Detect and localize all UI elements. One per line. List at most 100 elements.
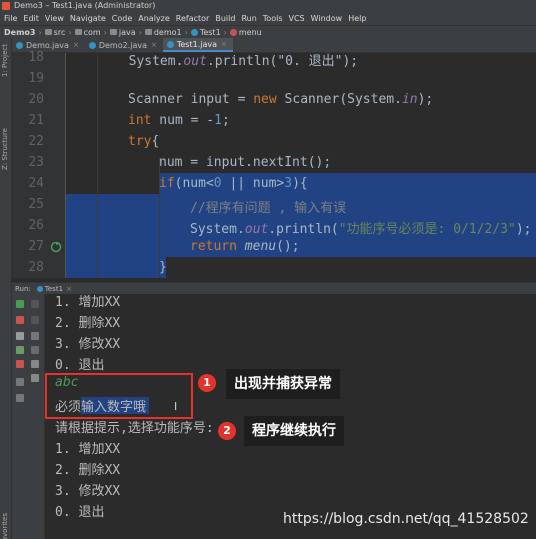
code-line-27: return menu();	[190, 239, 300, 254]
console-line: 2. 删除XX	[55, 463, 121, 478]
menu-vcs[interactable]: VCS	[289, 14, 305, 23]
menu-view[interactable]: View	[45, 14, 64, 23]
annotation-callout-1: 出现并捕获异常	[226, 369, 340, 399]
console-line: 1. 增加XX	[55, 295, 121, 310]
code-editor[interactable]: System.out.println("0. 退出"); Scanner inp…	[66, 53, 536, 278]
line-number: 19	[28, 71, 44, 86]
breadcrumb-package[interactable]: demo1	[154, 28, 182, 37]
breadcrumb: Demo3 › src › com › java › demo1 › Test1 › men…	[0, 25, 536, 38]
rerun-icon[interactable]	[16, 300, 24, 308]
close-icon[interactable]: ×	[73, 41, 79, 49]
annotation-badge-2: 2	[218, 422, 236, 440]
breadcrumb-com[interactable]: com	[84, 28, 101, 37]
menu-run[interactable]: Run	[241, 14, 256, 23]
breadcrumb-project[interactable]: Demo3	[4, 28, 35, 37]
menu-window[interactable]: Window	[311, 14, 343, 23]
tab-label: Demo2.java	[98, 40, 147, 50]
tab-label: Demo.java	[26, 40, 69, 50]
up-arrow-icon[interactable]	[31, 300, 39, 308]
code-line-22: try{	[128, 134, 160, 149]
line-number: 26	[28, 218, 44, 233]
breadcrumb-java[interactable]: java	[119, 28, 136, 37]
structure-tool-window-button[interactable]: Z: Structure	[1, 128, 9, 170]
console-line: 3. 修改XX	[55, 484, 121, 499]
line-number: 22	[28, 134, 44, 149]
window-title: Demo3 – Test1.java (Administrator)	[14, 1, 156, 10]
breadcrumb-method[interactable]: menu	[239, 28, 262, 37]
code-line-26: System.out.println("功能序号必须是: 0/1/2/3");	[190, 222, 532, 237]
line-number: 28	[28, 260, 44, 275]
console-line: 3. 修改XX	[55, 337, 121, 352]
settings-icon[interactable]	[16, 378, 24, 386]
camera-icon[interactable]	[16, 332, 24, 340]
text-cursor-icon: I	[174, 400, 178, 413]
menu-tools[interactable]: Tools	[263, 14, 283, 23]
line-number: 23	[28, 155, 44, 170]
breadcrumb-class[interactable]: Test1	[200, 28, 221, 37]
menu-help[interactable]: Help	[348, 14, 366, 23]
tab-demo2-java[interactable]: Demo2.java ×	[85, 38, 163, 52]
tab-test1-java[interactable]: Test1.java ×	[162, 38, 233, 52]
close-icon[interactable]: ×	[151, 41, 157, 49]
line-number: 27	[28, 239, 44, 254]
code-line-28: }	[159, 260, 167, 275]
code-line-23: num = input.nextInt();	[159, 155, 332, 170]
restore-layout-icon[interactable]	[16, 346, 24, 354]
menu-edit[interactable]: Edit	[23, 14, 39, 23]
soft-wrap-icon[interactable]	[31, 332, 39, 340]
editor-tab-bar: Demo.java × Demo2.java × Test1.java ×	[12, 38, 536, 53]
watermark: https://blog.csdn.net/qq_41528502	[283, 511, 529, 527]
menu-build[interactable]: Build	[215, 14, 235, 23]
close-icon[interactable]: ×	[66, 285, 72, 293]
folder-icon	[44, 29, 52, 35]
java-class-icon	[16, 41, 23, 49]
java-class-icon	[166, 40, 174, 48]
code-line-21: int num = -1;	[128, 113, 230, 128]
project-tool-window-button[interactable]: 1: Project	[1, 44, 9, 77]
annotation-highlight-box	[45, 373, 193, 419]
stop-icon[interactable]	[16, 316, 24, 324]
menu-code[interactable]: Code	[112, 14, 132, 23]
console-line: 请根据提示,选择功能序号:	[55, 421, 214, 436]
menu-analyze[interactable]: Analyze	[138, 14, 170, 23]
print-icon[interactable]	[31, 360, 39, 368]
run-toolbar	[12, 294, 45, 539]
window-title-bar: Demo3 – Test1.java (Administrator)	[0, 0, 536, 12]
menu-bar: File Edit View Navigate Code Analyze Ref…	[0, 12, 536, 25]
folder-icon	[144, 29, 152, 35]
class-icon	[190, 28, 198, 36]
menu-refactor[interactable]: Refactor	[176, 14, 210, 23]
method-icon	[229, 28, 237, 36]
tab-label: Test1.java	[176, 39, 218, 49]
exit-icon[interactable]	[16, 360, 24, 368]
menu-file[interactable]: File	[4, 14, 17, 23]
console-line: 0. 退出	[55, 505, 105, 520]
line-number: 25	[28, 197, 44, 212]
annotation-badge-1: 1	[198, 374, 216, 392]
console-line: 1. 增加XX	[55, 442, 121, 457]
indent-guide	[97, 53, 98, 278]
down-arrow-icon[interactable]	[31, 316, 39, 324]
line-number: 18	[28, 50, 44, 65]
run-tab-test1[interactable]: Test1	[45, 285, 63, 293]
java-class-icon	[36, 285, 43, 292]
line-number: 24	[28, 176, 44, 191]
code-line-20: Scanner input = new Scanner(System.in);	[128, 92, 434, 107]
code-line-25: //程序有问题 , 输入有误	[190, 201, 347, 216]
breadcrumb-src[interactable]: src	[54, 28, 66, 37]
code-line-18: System.out.println("0. 退出");	[128, 54, 359, 69]
recursive-call-icon[interactable]	[50, 241, 62, 253]
favorites-tool-window-button[interactable]: 2: Favorites	[1, 513, 9, 539]
console-line: 2. 删除XX	[55, 316, 121, 331]
selection-highlight	[66, 257, 166, 278]
annotation-callout-2: 程序继续执行	[244, 416, 344, 446]
pin-icon[interactable]	[16, 394, 24, 402]
folder-icon	[109, 29, 117, 35]
scroll-to-end-icon[interactable]	[31, 346, 39, 354]
line-number: 20	[28, 92, 44, 107]
delete-icon[interactable]	[31, 374, 39, 382]
code-line-24: if(num<0 || num>3){	[159, 176, 308, 191]
close-icon[interactable]: ×	[221, 40, 227, 48]
menu-navigate[interactable]: Navigate	[70, 14, 106, 23]
line-number: 21	[28, 113, 44, 128]
